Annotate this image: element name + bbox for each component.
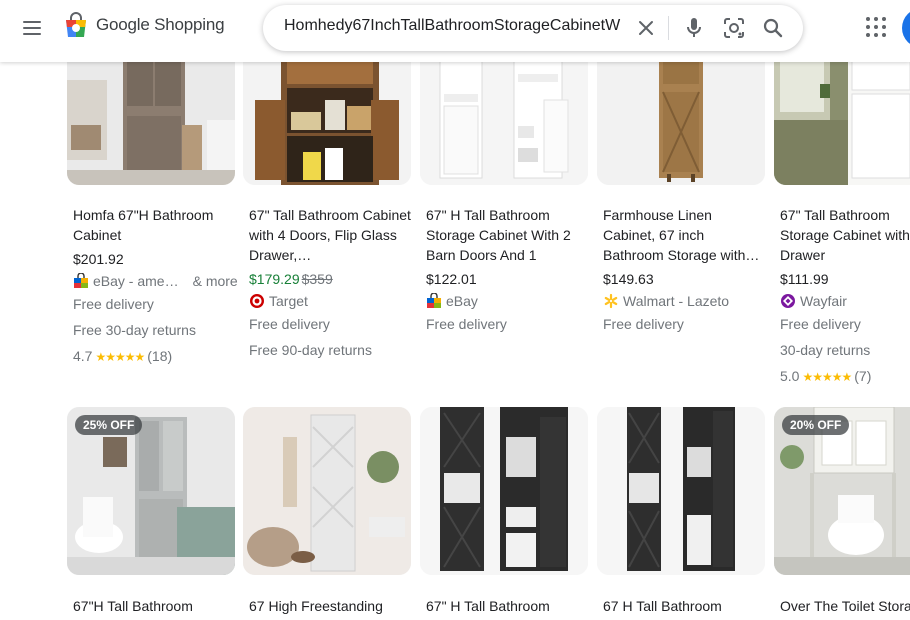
returns-info: Free 30-day returns xyxy=(73,322,196,338)
rating-stars-icon: ★★★★★ xyxy=(802,370,852,384)
rating-stars-icon: ★★★★★ xyxy=(95,350,145,364)
product-image[interactable]: 20% OFF xyxy=(774,407,910,575)
seller-name: Wayfair xyxy=(800,293,847,309)
product-title[interactable]: 67 H Tall Bathroom xyxy=(603,596,767,616)
product-price: $111.99 xyxy=(780,271,829,287)
rating-row: 4.7 ★★★★★ (18) xyxy=(73,346,172,367)
seller[interactable]: eBay - ame… & more xyxy=(73,271,238,291)
seller-name: Walmart - Lazeto xyxy=(623,293,730,309)
product-title[interactable]: 67" H Tall Bathroom xyxy=(426,596,590,616)
product-image[interactable]: 25% OFF xyxy=(67,407,235,575)
price-row: $179.29 $359 xyxy=(249,269,333,289)
product-title[interactable]: 67" H Tall Bathroom Storage Cabinet With… xyxy=(426,205,590,265)
product-title[interactable]: 67"H Tall Bathroom xyxy=(73,596,237,616)
microphone-icon[interactable] xyxy=(683,16,705,40)
wayfair-icon xyxy=(781,294,795,308)
review-count: (18) xyxy=(147,348,173,364)
delivery-info: Free delivery xyxy=(249,316,330,332)
product-image[interactable] xyxy=(420,407,588,575)
product-price: $149.63 xyxy=(603,271,654,287)
product-title[interactable]: 67" Tall Bathroom Storage Cabinet with D… xyxy=(780,205,910,265)
discount-badge: 20% OFF xyxy=(782,415,850,435)
returns-info: Free 90-day returns xyxy=(249,342,372,358)
delivery-info: Free delivery xyxy=(73,296,154,312)
seller[interactable]: eBay xyxy=(426,291,478,311)
logo-text: Google Shopping xyxy=(96,15,225,34)
seller-name: eBay - ame… xyxy=(93,273,179,289)
target-icon xyxy=(250,294,264,308)
delivery-info: Free delivery xyxy=(426,316,507,332)
product-title[interactable]: Over The Toilet Stora xyxy=(780,596,910,616)
product-title[interactable]: Homfa 67"H Bathroom Cabinet xyxy=(73,205,237,245)
rating-value: 4.7 xyxy=(73,348,93,364)
search-divider xyxy=(668,16,669,40)
top-bar: Google Shopping Homhedy67InchTallBathroo… xyxy=(0,0,910,62)
camera-lens-icon[interactable] xyxy=(722,16,746,40)
search-bar: Homhedy67InchTallBathroomStorageCabinetW xyxy=(263,5,803,51)
discount-badge: 25% OFF xyxy=(75,415,143,435)
returns-info: 30-day returns xyxy=(780,342,871,358)
product-image[interactable] xyxy=(597,407,765,575)
clear-icon[interactable] xyxy=(635,17,657,39)
account-avatar[interactable] xyxy=(902,8,910,48)
delivery-info: Free delivery xyxy=(603,316,684,332)
seller[interactable]: Target xyxy=(249,291,308,311)
product-title[interactable]: 67" Tall Bathroom Cabinet with 4 Doors, … xyxy=(249,205,413,265)
rating-row: 5.0 ★★★★★ (7) xyxy=(780,366,871,387)
product-image[interactable] xyxy=(243,407,411,575)
google-shopping-logo[interactable]: Google Shopping xyxy=(64,12,225,38)
review-count: (7) xyxy=(854,368,872,384)
apps-grid-icon[interactable] xyxy=(866,17,886,37)
main-menu-button[interactable] xyxy=(20,17,44,39)
search-icon[interactable] xyxy=(761,16,785,40)
original-price: $359 xyxy=(301,271,333,287)
delivery-info: Free delivery xyxy=(780,316,861,332)
seller-name: eBay xyxy=(446,293,478,309)
seller[interactable]: Walmart - Lazeto xyxy=(603,291,729,311)
seller-name: Target xyxy=(269,293,308,309)
rating-value: 5.0 xyxy=(780,368,800,384)
search-input[interactable]: Homhedy67InchTallBathroomStorageCabinetW xyxy=(284,17,624,39)
product-title[interactable]: 67 High Freestanding xyxy=(249,596,413,616)
product-price: $201.92 xyxy=(73,251,124,267)
product-title[interactable]: Farmhouse Linen Cabinet, 67 inch Bathroo… xyxy=(603,205,767,265)
sale-price: $179.29 xyxy=(249,271,300,287)
seller[interactable]: Wayfair xyxy=(780,291,847,311)
product-price: $122.01 xyxy=(426,271,477,287)
ebay-bag-icon xyxy=(74,273,88,288)
walmart-spark-icon xyxy=(604,293,618,309)
ebay-bag-icon xyxy=(427,293,441,308)
more-sellers-link[interactable]: & more xyxy=(193,271,238,291)
shopping-bag-icon xyxy=(66,12,86,37)
